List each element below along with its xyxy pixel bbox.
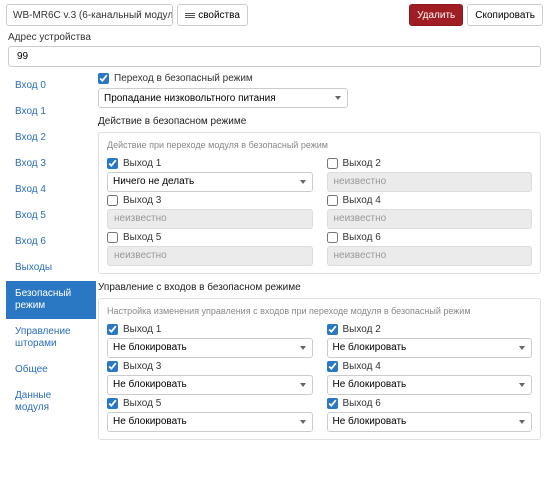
action-panel: Действие при переходе модуля в безопасны… <box>98 132 541 274</box>
device-select[interactable]: WB-MR6C v.3 (6-канальный модуль реле с в… <box>6 4 173 26</box>
output-label: Выход 1 <box>123 158 161 169</box>
control-panel: Настройка изменения управления с входов … <box>98 298 541 440</box>
list-icon <box>185 12 195 19</box>
sidebar-item[interactable]: Вход 0 <box>6 73 96 99</box>
control-output: Выход 5 Не блокировать <box>107 398 313 432</box>
output-control-select[interactable]: Не блокировать <box>327 375 533 395</box>
output-label: Выход 2 <box>343 158 381 169</box>
output-checkbox[interactable] <box>327 398 338 409</box>
output-action-readonly: неизвестно <box>327 246 533 266</box>
output-checkbox[interactable] <box>107 232 118 243</box>
delete-button[interactable]: Удалить <box>409 4 463 26</box>
sidebar-item[interactable]: Общее <box>6 357 96 383</box>
safe-mode-trigger-select[interactable]: Пропадание низковольтного питания <box>98 88 348 108</box>
control-output: Выход 4 Не блокировать <box>327 361 533 395</box>
output-label: Выход 4 <box>343 361 381 372</box>
sidebar-item[interactable]: Вход 4 <box>6 177 96 203</box>
output-control-select[interactable]: Не блокировать <box>327 338 533 358</box>
sidebar-item[interactable]: Вход 6 <box>6 229 96 255</box>
action-output: Выход 3 неизвестно <box>107 195 313 229</box>
output-action-select[interactable]: Ничего не делать <box>107 172 313 192</box>
control-output: Выход 1 Не блокировать <box>107 324 313 358</box>
output-checkbox[interactable] <box>327 232 338 243</box>
copy-button[interactable]: Скопировать <box>467 4 543 26</box>
action-output: Выход 4 неизвестно <box>327 195 533 229</box>
action-output: Выход 2 неизвестно <box>327 158 533 192</box>
sidebar-item[interactable]: Безопасный режим <box>6 281 96 319</box>
sidebar-item[interactable]: Вход 2 <box>6 125 96 151</box>
output-checkbox[interactable] <box>107 398 118 409</box>
output-checkbox[interactable] <box>327 361 338 372</box>
output-action-readonly: неизвестно <box>327 172 533 192</box>
sidebar-item[interactable]: Вход 5 <box>6 203 96 229</box>
sidebar-item[interactable]: Данные модуля <box>6 383 96 421</box>
output-label: Выход 4 <box>343 195 381 206</box>
properties-button-label: свойства <box>198 10 240 21</box>
output-label: Выход 6 <box>343 232 381 243</box>
control-panel-desc: Настройка изменения управления с входов … <box>107 306 532 317</box>
output-label: Выход 3 <box>123 361 161 372</box>
safe-mode-trigger-label: Переход в безопасный режим <box>114 73 253 84</box>
output-control-select[interactable]: Не блокировать <box>107 412 313 432</box>
sidebar-item[interactable]: Выходы <box>6 255 96 281</box>
output-checkbox[interactable] <box>107 158 118 169</box>
output-label: Выход 2 <box>343 324 381 335</box>
sidebar-item[interactable]: Управление шторами <box>6 319 96 357</box>
output-action-readonly: неизвестно <box>107 246 313 266</box>
control-output: Выход 3 Не блокировать <box>107 361 313 395</box>
sidebar: Вход 0Вход 1Вход 2Вход 3Вход 4Вход 5Вход… <box>6 73 96 440</box>
output-control-select[interactable]: Не блокировать <box>107 375 313 395</box>
output-label: Выход 5 <box>123 398 161 409</box>
control-section-title: Управление с входов в безопасном режиме <box>98 282 541 293</box>
address-label: Адрес устройства <box>8 32 541 43</box>
output-checkbox[interactable] <box>107 324 118 335</box>
output-checkbox[interactable] <box>107 361 118 372</box>
output-control-select[interactable]: Не блокировать <box>327 412 533 432</box>
control-output: Выход 6 Не блокировать <box>327 398 533 432</box>
safe-mode-trigger-checkbox[interactable] <box>98 73 109 84</box>
properties-button[interactable]: свойства <box>177 4 248 26</box>
output-action-readonly: неизвестно <box>107 209 313 229</box>
action-panel-desc: Действие при переходе модуля в безопасны… <box>107 140 532 151</box>
action-output: Выход 1 Ничего не делать <box>107 158 313 192</box>
device-select-value: WB-MR6C v.3 (6-канальный модуль реле с в… <box>13 10 173 21</box>
output-checkbox[interactable] <box>327 324 338 335</box>
output-label: Выход 1 <box>123 324 161 335</box>
content: Переход в безопасный режим Пропадание ни… <box>96 73 543 440</box>
output-label: Выход 5 <box>123 232 161 243</box>
output-checkbox[interactable] <box>107 195 118 206</box>
action-section-title: Действие в безопасном режиме <box>98 116 541 127</box>
sidebar-item[interactable]: Вход 1 <box>6 99 96 125</box>
address-input[interactable] <box>8 46 541 67</box>
output-action-readonly: неизвестно <box>327 209 533 229</box>
output-label: Выход 3 <box>123 195 161 206</box>
action-output: Выход 6 неизвестно <box>327 232 533 266</box>
output-checkbox[interactable] <box>327 195 338 206</box>
output-control-select[interactable]: Не блокировать <box>107 338 313 358</box>
sidebar-item[interactable]: Вход 3 <box>6 151 96 177</box>
output-checkbox[interactable] <box>327 158 338 169</box>
action-output: Выход 5 неизвестно <box>107 232 313 266</box>
control-output: Выход 2 Не блокировать <box>327 324 533 358</box>
output-label: Выход 6 <box>343 398 381 409</box>
